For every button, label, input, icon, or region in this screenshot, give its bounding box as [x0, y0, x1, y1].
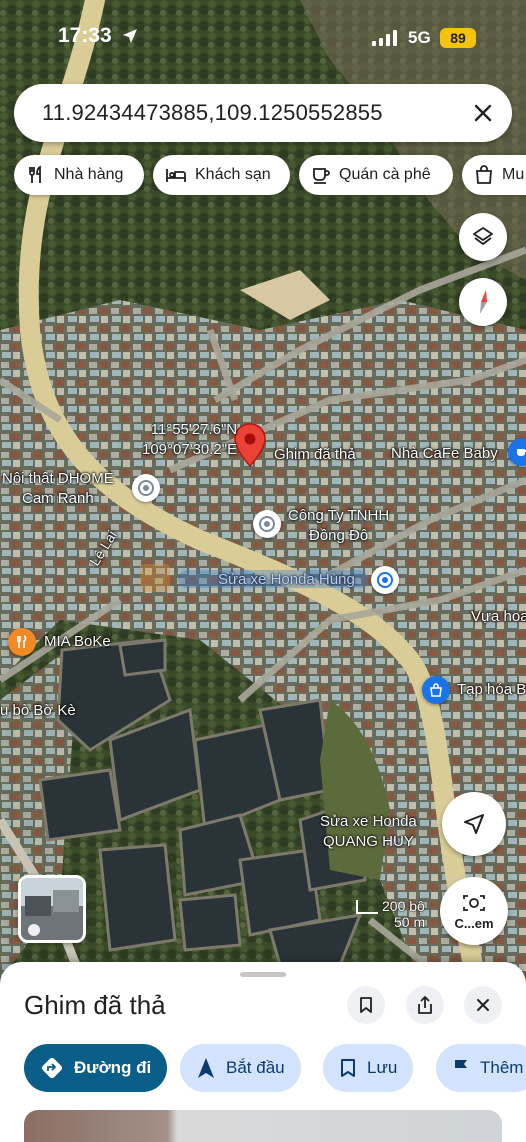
place-label-quang-huy[interactable]: Sửa xe Honda QUANG HUY — [320, 812, 417, 852]
pin-label: Ghim đã thả — [274, 446, 356, 463]
chip-label: Khách sạn — [195, 166, 271, 183]
compass-button[interactable] — [459, 278, 507, 326]
place-label-cafe-baby[interactable]: Nhà CaFe Baby — [391, 444, 498, 464]
compass-icon — [480, 290, 487, 314]
action-label: Thêm — [480, 1058, 524, 1077]
place-label-line: Cam Ranh — [22, 490, 94, 507]
place-label-dhome[interactable]: Nội thất DHOME Cam Ranh — [2, 469, 114, 509]
action-label: Lưu — [367, 1058, 398, 1077]
close-sheet-button[interactable] — [464, 986, 502, 1024]
camera-search-button[interactable]: C...em — [440, 877, 508, 945]
place-sheet[interactable]: Ghim đã thả Đường đi Bắt đầu Lưu Thêm — [0, 962, 526, 1142]
street-view-thumbnail[interactable] — [18, 875, 86, 943]
chip-cafes[interactable]: Quán cà phê — [299, 155, 453, 195]
close-icon[interactable] — [468, 98, 498, 128]
signal-icon — [372, 30, 397, 46]
action-label: Bắt đầu — [226, 1058, 285, 1077]
search-box[interactable]: 11.92434473885,109.1250552855 — [14, 84, 512, 142]
place-label-tap-hoa[interactable]: Tạp hóa B — [457, 680, 526, 700]
save-bookmark-button[interactable] — [347, 986, 385, 1024]
save-button[interactable]: Lưu — [323, 1044, 414, 1092]
directions-icon — [41, 1057, 63, 1079]
chip-label: Quán cà phê — [339, 166, 431, 183]
place-label-mia-boke[interactable]: MIA BoKe — [44, 632, 111, 652]
pin-coordinates: 11°55'27.6"N 109°07'30.2"E — [142, 420, 237, 460]
shopping-bag-icon — [476, 165, 492, 184]
place-label-line: Sửa xe Honda — [320, 813, 417, 830]
directions-button[interactable]: Đường đi — [24, 1044, 168, 1092]
place-label-dong-do[interactable]: Công Ty TNHH Đồng Đô — [288, 506, 389, 546]
pin-lat: 11°55'27.6"N — [150, 421, 238, 438]
navigation-arrow-icon — [464, 814, 484, 834]
share-button[interactable] — [406, 986, 444, 1024]
status-bar: 17:33 5G 89 — [0, 0, 526, 72]
layers-icon — [473, 227, 493, 245]
place-label-bo-ke[interactable]: u bò Bờ Kè — [0, 701, 76, 721]
street-view-preview — [21, 878, 83, 940]
place-pin-icon[interactable] — [253, 510, 281, 538]
scale-metric: 50 m — [394, 914, 426, 930]
chip-label: Nhà hàng — [54, 166, 124, 183]
place-label-line: Nội thất DHOME — [2, 470, 114, 487]
chip-restaurants[interactable]: Nhà hàng — [14, 155, 144, 195]
map-scale: 200 bộ 50 m — [356, 898, 425, 930]
chip-shopping[interactable]: Mu — [462, 155, 526, 195]
place-label-vua-hoa[interactable]: Vựa hoa — [471, 607, 526, 627]
scale-imperial: 200 bộ — [382, 898, 425, 914]
place-pin-icon[interactable] — [132, 474, 160, 502]
shop-icon[interactable] — [422, 676, 450, 704]
search-query[interactable]: 11.92434473885,109.1250552855 — [42, 100, 383, 126]
food-icon[interactable] — [8, 628, 36, 656]
chip-hotels[interactable]: Khách sạn — [153, 155, 290, 195]
network-type: 5G — [408, 28, 431, 47]
place-photos[interactable] — [24, 1110, 502, 1142]
close-icon — [477, 999, 489, 1011]
navigation-arrow-icon — [198, 1058, 214, 1078]
bed-icon — [166, 169, 186, 182]
my-location-button[interactable] — [442, 792, 506, 856]
fork-knife-icon — [29, 165, 41, 183]
battery-indicator: 89 — [440, 28, 476, 48]
coffee-icon — [313, 168, 330, 184]
scale-bar — [356, 900, 378, 914]
sheet-title: Ghim đã thả — [24, 990, 166, 1020]
status-time: 17:33 — [58, 24, 138, 48]
camera-label: C...em — [454, 915, 494, 931]
flag-icon — [455, 1060, 467, 1077]
sheet-drag-handle[interactable] — [240, 972, 286, 977]
pin-lng: 109°07'30.2"E — [142, 441, 238, 458]
place-label-line: QUANG HUY — [322, 833, 414, 850]
location-arrow-icon — [122, 29, 137, 43]
bookmark-icon — [360, 997, 372, 1013]
status-time-text: 17:33 — [58, 24, 112, 47]
chip-label: Mu — [502, 166, 525, 183]
layers-button[interactable] — [459, 213, 507, 261]
place-label-line: Đồng Đô — [308, 527, 369, 544]
start-button[interactable]: Bắt đầu — [180, 1044, 301, 1092]
share-icon — [418, 996, 432, 1014]
action-label: Đường đi — [74, 1058, 152, 1077]
camera-icon — [463, 894, 485, 911]
place-label-line: Công Ty TNHH — [288, 507, 390, 524]
add-button[interactable]: Thêm — [436, 1044, 526, 1092]
bookmark-icon — [341, 1059, 355, 1077]
dropped-pin-icon[interactable] — [233, 422, 267, 468]
watermark-logo — [140, 560, 380, 596]
